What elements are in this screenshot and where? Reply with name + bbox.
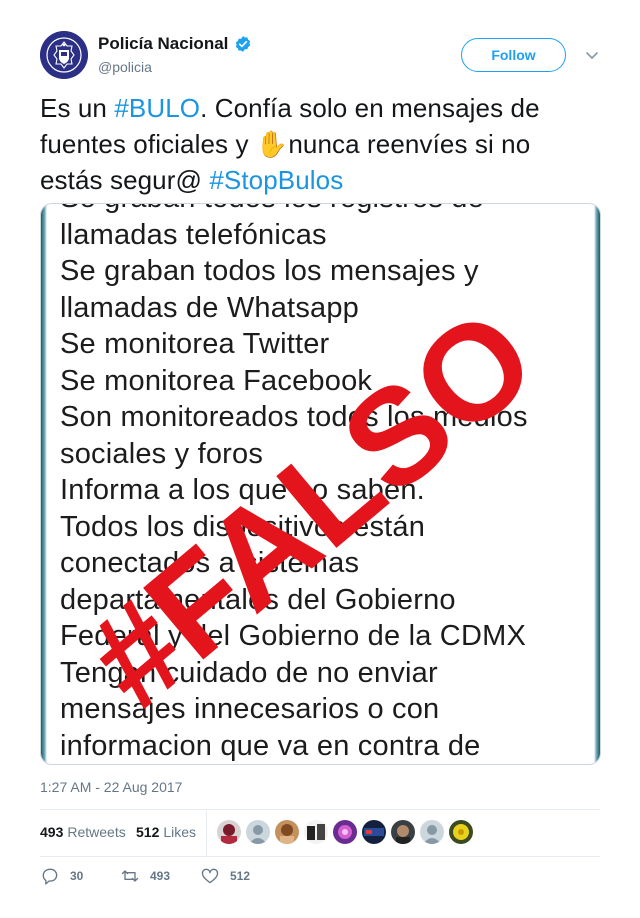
media-edge-left	[41, 204, 47, 764]
media-text-line: Todos los dispositivos están	[60, 510, 426, 543]
media-text-line: Se monitorea Facebook	[60, 364, 373, 397]
retweet-count: 493	[150, 869, 171, 883]
tweet-media-image[interactable]: Se graban todos los registros dellamadas…	[40, 203, 601, 765]
media-text-line: Informa a los que no saben.	[60, 474, 425, 506]
liker-avatar[interactable]	[246, 820, 270, 844]
likers-avatars	[217, 820, 473, 844]
tweet-card: Policía Nacional @policia Follow Es un #…	[0, 0, 640, 918]
tweet-timestamp[interactable]: 1:27 AM - 22 Aug 2017	[40, 779, 182, 795]
media-text-line: llamadas de Whatsapp	[60, 291, 359, 324]
likes-label: Likes	[163, 824, 197, 840]
engagement-stats: 493 Retweets 512 Likes	[40, 809, 600, 856]
police-shield-icon	[40, 31, 88, 79]
liker-avatar[interactable]	[362, 820, 386, 844]
like-count: 512	[230, 869, 251, 883]
liker-avatar[interactable]	[333, 820, 357, 844]
media-text-line: departamentales del Gobierno	[60, 583, 456, 616]
media-text-line: Federal y del Gobierno de la CDMX	[60, 620, 526, 652]
likes-stat[interactable]: 512 Likes	[136, 824, 196, 840]
follow-button[interactable]: Follow	[461, 38, 566, 72]
media-text-line: informacion que va en contra de	[60, 729, 481, 762]
reply-icon	[42, 868, 58, 885]
media-text-line: Se graban todos los registros de	[60, 204, 590, 217]
retweet-icon	[121, 870, 139, 882]
liker-avatar[interactable]	[217, 820, 241, 844]
media-edge-right	[594, 204, 600, 764]
liker-avatar[interactable]	[391, 820, 415, 844]
likes-count: 512	[136, 824, 160, 840]
retweets-label: Retweets	[67, 824, 126, 840]
liker-avatar[interactable]	[304, 820, 328, 844]
tweet-text: Es un #BULO. Confía solo en mensajes de …	[40, 90, 600, 198]
liker-avatar[interactable]	[449, 820, 473, 844]
heart-icon	[201, 868, 219, 884]
chevron-down-icon[interactable]	[584, 47, 600, 63]
reply-count: 30	[70, 869, 84, 883]
media-text-line: llamadas telefónicas	[60, 218, 327, 251]
raised-hand-emoji: ✋	[255, 129, 289, 159]
stats-separator	[206, 809, 207, 856]
media-text-line: mensajes innecesarios o con	[60, 693, 440, 725]
like-button[interactable]: 512	[200, 866, 250, 886]
media-text-line: conectados a sistemas	[60, 547, 360, 579]
retweets-count: 493	[40, 824, 64, 840]
media-text-line: sociales y foros	[60, 437, 264, 470]
media-text-block: Se graban todos los registros dellamadas…	[60, 204, 590, 764]
verified-badge-icon	[236, 36, 251, 52]
media-text-line: Tengan cuidado de no enviar	[60, 656, 438, 689]
retweet-button[interactable]: 493	[120, 866, 170, 886]
media-text-line: Se graban todos los mensajes y	[60, 255, 479, 287]
media-text-line: Son monitoreados todos los medios	[60, 401, 528, 433]
account-name-row[interactable]: Policía Nacional	[98, 34, 252, 54]
tweet-text-part: Es un	[40, 93, 115, 123]
hashtag-link-bulo[interactable]: #BULO	[114, 93, 200, 123]
avatar[interactable]	[40, 31, 88, 79]
media-text-line: Se monitorea Twitter	[60, 328, 330, 360]
divider	[40, 856, 600, 857]
hashtag-link-stopbulos[interactable]: #StopBulos	[209, 165, 343, 195]
retweets-stat[interactable]: 493 Retweets	[40, 824, 126, 840]
reply-button[interactable]: 30	[40, 866, 83, 886]
liker-avatar[interactable]	[420, 820, 444, 844]
account-name[interactable]: Policía Nacional	[98, 34, 228, 54]
account-handle[interactable]: @policia	[98, 59, 152, 75]
liker-avatar[interactable]	[275, 820, 299, 844]
